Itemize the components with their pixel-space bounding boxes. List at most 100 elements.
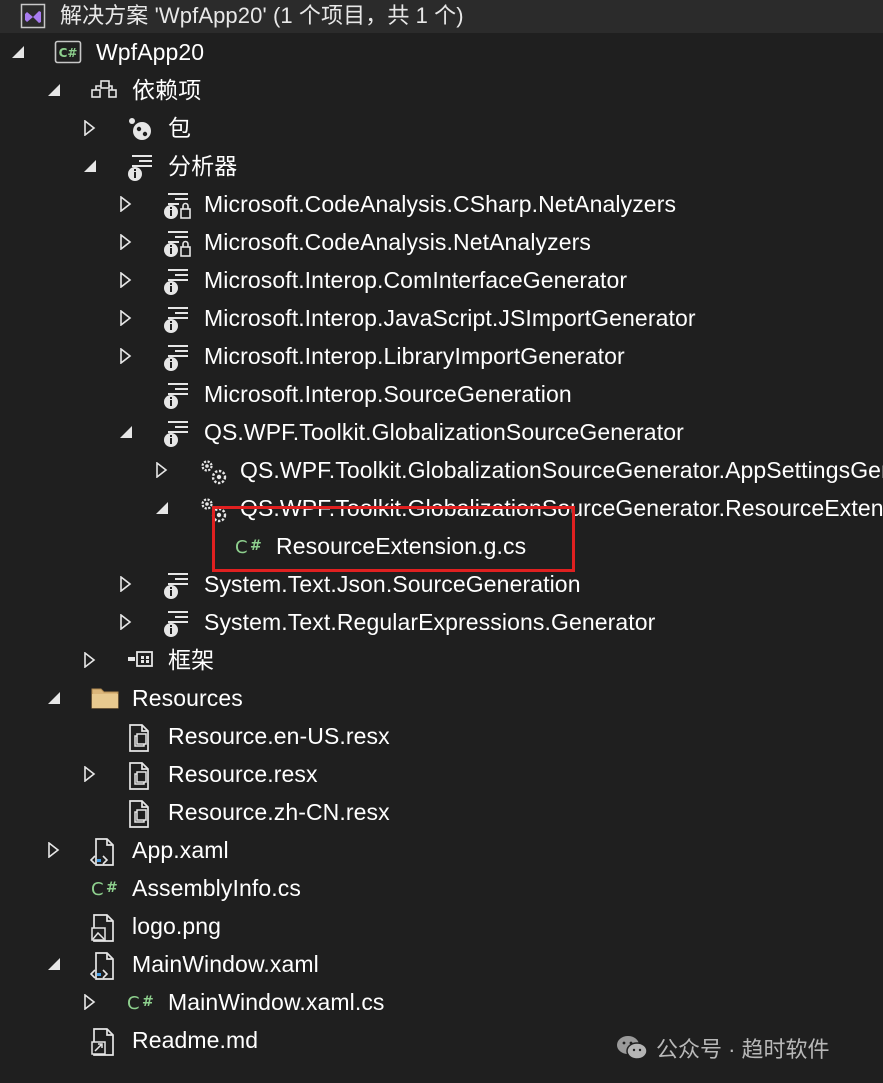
tree-item-label: Resource.en-US.resx (168, 723, 390, 749)
csharp-file-icon: C # (234, 533, 262, 559)
collapsed-arrow-icon[interactable] (118, 613, 134, 631)
gears-icon (198, 495, 227, 523)
tree-item-label: AssemblyInfo.cs (132, 875, 301, 901)
svg-text:#: # (250, 538, 262, 554)
tree-item-qs-globalization-generator[interactable]: QS.WPF.Toolkit.GlobalizationSourceGenera… (0, 413, 883, 451)
tree-item-csharp-netanalyzers[interactable]: Microsoft.CodeAnalysis.CSharp.NetAnalyze… (0, 185, 883, 223)
expanded-arrow-icon[interactable] (154, 500, 170, 516)
analyzer-locked-icon (162, 229, 191, 257)
collapsed-arrow-icon[interactable] (82, 119, 98, 137)
xaml-file-icon (89, 951, 116, 980)
visual-studio-solution-icon (20, 3, 46, 29)
csharp-file-icon: C # (126, 989, 154, 1015)
collapsed-arrow-icon[interactable] (118, 575, 134, 593)
analyzer-locked-icon (162, 191, 191, 219)
collapsed-arrow-icon[interactable] (82, 765, 98, 783)
tree-item-label: App.xaml (132, 837, 229, 863)
tree-item-label: Microsoft.Interop.LibraryImportGenerator (204, 343, 625, 369)
expanded-arrow-icon[interactable] (82, 158, 98, 174)
collapsed-arrow-icon[interactable] (154, 461, 170, 479)
tree-item-mainwindow-xaml[interactable]: MainWindow.xaml (0, 945, 883, 983)
resx-file-icon (126, 799, 152, 828)
svg-text:#: # (142, 994, 154, 1010)
tree-item-label: 依赖项 (132, 77, 202, 103)
tree-item-label: Resource.resx (168, 761, 318, 787)
analyzer-icon (162, 381, 188, 409)
gears-icon (198, 457, 227, 485)
solution-node[interactable]: 解决方案 'WpfApp20' (1 个项目，共 1 个) (0, 0, 883, 33)
tree-item-resource-resx[interactable]: Resource.resx (0, 755, 883, 793)
tree-item-packages[interactable]: 包 (0, 109, 883, 147)
tree-item-label: 框架 (168, 647, 215, 673)
tree-item-qs-appsettings-generator[interactable]: QS.WPF.Toolkit.GlobalizationSourceGenera… (0, 451, 883, 489)
dependencies-icon (90, 77, 117, 103)
tree-item-qs-resource-generator[interactable]: QS.WPF.Toolkit.GlobalizationSourceGenera… (0, 489, 883, 527)
tree-item-jsimport-generator[interactable]: Microsoft.Interop.JavaScript.JSImportGen… (0, 299, 883, 337)
tree-item-label: Microsoft.Interop.ComInterfaceGenerator (204, 267, 628, 293)
framework-icon (126, 647, 153, 673)
watermark: 公众号 · 趋时软件 (616, 1030, 830, 1066)
tree-item-label: System.Text.Json.SourceGeneration (204, 571, 581, 597)
tree-item-mainwindow-xaml-cs[interactable]: C # MainWindow.xaml.cs (0, 983, 883, 1021)
expanded-arrow-icon[interactable] (46, 690, 62, 706)
tree-item-regularexpressions-generator[interactable]: System.Text.RegularExpressions.Generator (0, 603, 883, 641)
svg-text:#: # (106, 880, 118, 896)
resx-file-icon (126, 761, 152, 790)
tree-item-label: Resource.zh-CN.resx (168, 799, 390, 825)
tree-item-logo-png[interactable]: logo.png (0, 907, 883, 945)
collapsed-arrow-icon[interactable] (82, 651, 98, 669)
markdown-file-icon (90, 1027, 116, 1056)
solution-explorer-tree: 解决方案 'WpfApp20' (1 个项目，共 1 个) C# WpfApp20… (0, 0, 883, 1083)
tree-item-label: Microsoft.CodeAnalysis.NetAnalyzers (204, 229, 591, 255)
collapsed-arrow-icon[interactable] (118, 309, 134, 327)
analyzer-icon (162, 571, 188, 599)
tree-item-assemblyinfo-cs[interactable]: C # AssemblyInfo.cs (0, 869, 883, 907)
collapsed-arrow-icon[interactable] (118, 233, 134, 251)
tree-item-dependencies[interactable]: 依赖项 (0, 71, 883, 109)
tree-item-label: Resources (132, 685, 243, 711)
collapsed-arrow-icon[interactable] (118, 347, 134, 365)
tree-item-analyzers[interactable]: 分析器 (0, 147, 883, 185)
tree-item-libraryimport-generator[interactable]: Microsoft.Interop.LibraryImportGenerator (0, 337, 883, 375)
tree-item-label: WpfApp20 (96, 39, 205, 65)
tree-item-label: Microsoft.Interop.JavaScript.JSImportGen… (204, 305, 696, 331)
tree-item-resource-zh-cn[interactable]: Resource.zh-CN.resx (0, 793, 883, 831)
watermark-text: 公众号 · 趋时软件 (656, 1037, 830, 1062)
tree-item-label: QS.WPF.Toolkit.GlobalizationSourceGenera… (240, 495, 883, 521)
tree-item-label: Readme.md (132, 1027, 259, 1053)
tree-item-netanalyzers[interactable]: Microsoft.CodeAnalysis.NetAnalyzers (0, 223, 883, 261)
collapsed-arrow-icon[interactable] (82, 993, 98, 1011)
tree-item-label: QS.WPF.Toolkit.GlobalizationSourceGenera… (204, 419, 684, 445)
expanded-arrow-icon[interactable] (46, 82, 62, 98)
analyzer-icon (162, 609, 188, 637)
csharp-file-icon: C # (90, 875, 118, 901)
tree-item-frameworks[interactable]: 框架 (0, 641, 883, 679)
tree-item-label: QS.WPF.Toolkit.GlobalizationSourceGenera… (240, 457, 883, 483)
tree-item-cominterface-generator[interactable]: Microsoft.Interop.ComInterfaceGenerator (0, 261, 883, 299)
expanded-arrow-icon[interactable] (10, 44, 26, 60)
collapsed-arrow-icon[interactable] (118, 271, 134, 289)
svg-text:C#: C# (59, 46, 78, 60)
package-icon (126, 115, 152, 141)
collapsed-arrow-icon[interactable] (46, 841, 62, 859)
analyzer-icon (162, 419, 188, 447)
tree-item-label: ResourceExtension.g.cs (276, 533, 527, 559)
expanded-arrow-icon[interactable] (118, 424, 134, 440)
analyzer-icon (126, 153, 152, 181)
resx-file-icon (126, 723, 152, 752)
tree-item-resource-extension-g-cs[interactable]: C # ResourceExtension.g.cs (0, 527, 883, 565)
svg-text:C: C (127, 993, 140, 1014)
expanded-arrow-icon[interactable] (46, 956, 62, 972)
collapsed-arrow-icon[interactable] (118, 195, 134, 213)
tree-item-app-xaml[interactable]: App.xaml (0, 831, 883, 869)
tree-item-label: MainWindow.xaml.cs (168, 989, 385, 1015)
tree-item-text-json-sourcegeneration[interactable]: System.Text.Json.SourceGeneration (0, 565, 883, 603)
tree-item-label: logo.png (132, 913, 222, 939)
wechat-icon (617, 1036, 648, 1060)
tree-item-project-wpfapp20[interactable]: C# WpfApp20 (0, 33, 883, 71)
tree-item-interop-sourcegeneration[interactable]: Microsoft.Interop.SourceGeneration (0, 375, 883, 413)
tree-item-resources-folder[interactable]: Resources (0, 679, 883, 717)
tree-item-label: Microsoft.Interop.SourceGeneration (204, 381, 572, 407)
tree-item-resource-en-us[interactable]: Resource.en-US.resx (0, 717, 883, 755)
tree-item-label: System.Text.RegularExpressions.Generator (204, 609, 656, 635)
